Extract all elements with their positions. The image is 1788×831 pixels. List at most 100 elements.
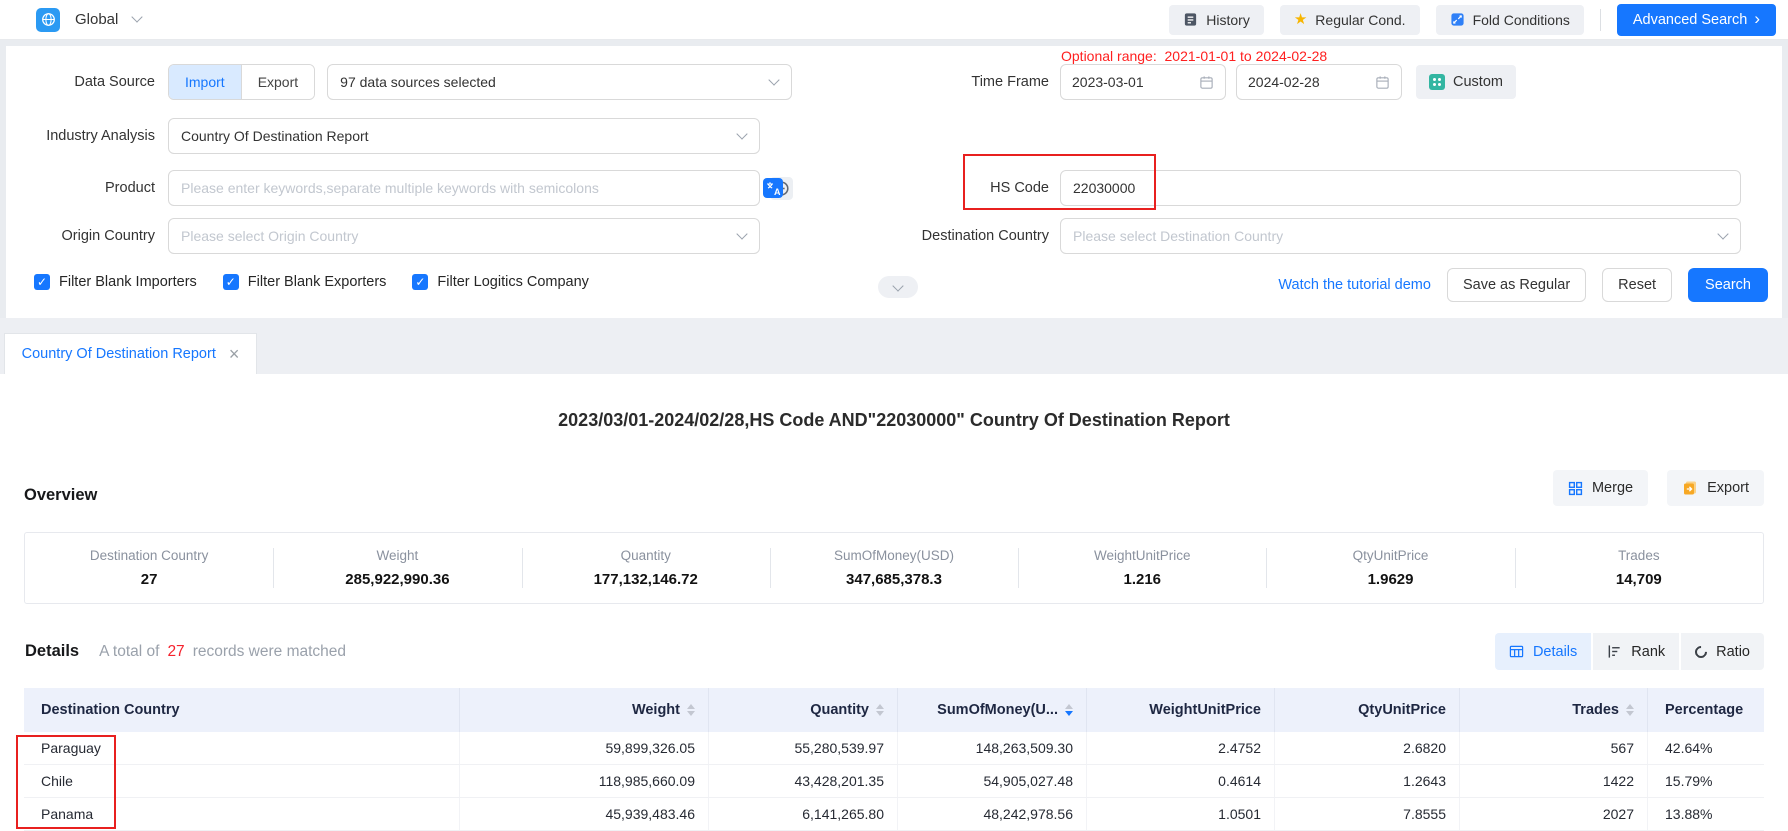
calendar-icon — [1199, 75, 1214, 90]
product-input[interactable] — [168, 170, 760, 206]
custom-range-button[interactable]: Custom — [1416, 65, 1516, 99]
col-qty-unit-price: QtyUnitPrice — [1274, 688, 1459, 732]
tab-country-of-destination-report[interactable]: Country Of Destination Report × — [4, 333, 257, 374]
sort-icon[interactable] — [687, 704, 695, 716]
hs-code-label: HS Code — [883, 180, 1049, 196]
tutorial-link[interactable]: Watch the tutorial demo — [1278, 277, 1431, 293]
col-weight[interactable]: Weight — [459, 688, 708, 732]
regular-cond-button[interactable]: ★ Regular Cond. — [1280, 5, 1420, 35]
translate-icon[interactable]: A — [763, 178, 783, 198]
filter-blank-exporters-checkbox[interactable]: ✓ Filter Blank Exporters — [223, 274, 387, 290]
cell-weight: 59,899,326.05 — [459, 732, 708, 764]
merge-label: Merge — [1592, 480, 1633, 496]
report-content: 2023/03/01-2024/02/28,HS Code AND"220300… — [0, 374, 1788, 831]
topbar: Global History ★ Regular Cond. Fold Cond… — [0, 0, 1788, 40]
rank-icon — [1607, 644, 1622, 659]
origin-country-label: Origin Country — [6, 228, 155, 244]
col-percentage: Percentage — [1647, 688, 1764, 732]
details-heading: Details — [25, 642, 79, 661]
close-icon[interactable]: × — [229, 345, 240, 363]
filter-panel: Optional range: 2021-01-01 to 2024-02-28… — [6, 46, 1782, 318]
stat-sum-of-money: SumOfMoney(USD) 347,685,378.3 — [770, 533, 1018, 603]
destination-country-select[interactable]: Please select Destination Country — [1060, 218, 1741, 254]
save-as-regular-button[interactable]: Save as Regular — [1447, 268, 1586, 302]
reset-button[interactable]: Reset — [1602, 268, 1672, 302]
tab-title: Country Of Destination Report — [22, 346, 216, 362]
sort-icon[interactable] — [1626, 704, 1634, 716]
export-button[interactable]: Export — [1667, 470, 1764, 506]
view-rank-button[interactable]: Rank — [1593, 633, 1679, 670]
match-count: 27 — [167, 643, 184, 660]
export-option[interactable]: Export — [241, 65, 314, 99]
destination-country-label: Destination Country — [883, 228, 1049, 244]
col-trades[interactable]: Trades — [1459, 688, 1647, 732]
cell-qty-unit-price: 2.6820 — [1274, 732, 1459, 764]
details-header: Details A total of27records were matched — [25, 642, 346, 661]
filter-blank-importers-checkbox[interactable]: ✓ Filter Blank Importers — [34, 274, 197, 290]
view-ratio-label: Ratio — [1716, 644, 1750, 660]
stat-weight-unit-price: WeightUnitPrice 1.216 — [1018, 533, 1266, 603]
star-icon: ★ — [1294, 12, 1307, 27]
date-to-value: 2024-02-28 — [1248, 74, 1320, 90]
data-sources-select[interactable]: 97 data sources selected — [327, 64, 792, 100]
cell-quantity: 55,280,539.97 — [708, 732, 897, 764]
product-label: Product — [6, 180, 155, 196]
view-rank-label: Rank — [1631, 644, 1665, 660]
chevron-right-icon: › — [1754, 10, 1760, 27]
chevron-down-icon — [132, 11, 143, 22]
globe-icon — [36, 8, 60, 32]
checkbox-label: Filter Blank Importers — [59, 274, 197, 290]
checkbox-checked-icon: ✓ — [412, 274, 428, 290]
table-row: Paraguay 59,899,326.05 55,280,539.97 148… — [24, 732, 1764, 765]
cell-weight-unit-price: 1.0501 — [1086, 798, 1274, 830]
custom-label: Custom — [1453, 74, 1503, 90]
chevron-down-icon — [736, 228, 747, 239]
stat-qty-unit-price: QtyUnitPrice 1.9629 — [1266, 533, 1514, 603]
view-details-button[interactable]: Details — [1495, 633, 1591, 670]
origin-country-placeholder: Please select Origin Country — [181, 228, 358, 244]
industry-analysis-value: Country Of Destination Report — [181, 128, 369, 144]
history-label: History — [1206, 12, 1250, 28]
date-from-field[interactable]: 2023-03-01 — [1060, 64, 1226, 100]
merge-button[interactable]: Merge — [1553, 470, 1648, 506]
details-table: Destination Country Weight Quantity SumO… — [24, 688, 1764, 831]
filter-logitics-company-checkbox[interactable]: ✓ Filter Logitics Company — [412, 274, 589, 290]
date-to-field[interactable]: 2024-02-28 — [1236, 64, 1402, 100]
cell-country: Panama — [24, 798, 459, 830]
fold-conditions-label: Fold Conditions — [1473, 12, 1570, 28]
col-quantity[interactable]: Quantity — [708, 688, 897, 732]
optional-range-hint: Optional range: 2021-01-01 to 2024-02-28 — [1061, 48, 1327, 64]
search-button[interactable]: Search — [1688, 268, 1768, 302]
col-sum-of-money[interactable]: SumOfMoney(U... — [897, 688, 1086, 732]
data-sources-value: 97 data sources selected — [340, 74, 496, 90]
cell-country: Chile — [24, 765, 459, 797]
region-selector[interactable]: Global — [0, 8, 141, 32]
col-destination-country: Destination Country — [24, 688, 459, 732]
match-summary: A total of27records were matched — [99, 643, 346, 661]
stat-weight: Weight 285,922,990.36 — [273, 533, 521, 603]
fold-icon — [1450, 12, 1465, 27]
hs-code-input[interactable] — [1060, 170, 1741, 206]
stat-quantity: Quantity 177,132,146.72 — [522, 533, 770, 603]
cell-sum: 48,242,978.56 — [897, 798, 1086, 830]
filter-row-4: Origin Country Please select Origin Coun… — [6, 218, 1782, 254]
import-option[interactable]: Import — [169, 65, 241, 99]
history-button[interactable]: History — [1169, 5, 1264, 35]
sort-icon-active-desc[interactable] — [1065, 704, 1073, 716]
industry-analysis-select[interactable]: Country Of Destination Report — [168, 118, 760, 154]
advanced-search-button[interactable]: Advanced Search › — [1617, 4, 1776, 36]
cell-trades: 2027 — [1459, 798, 1647, 830]
cell-trades: 567 — [1459, 732, 1647, 764]
topbar-actions: History ★ Regular Cond. Fold Conditions … — [1169, 4, 1788, 36]
fold-conditions-button[interactable]: Fold Conditions — [1436, 5, 1584, 35]
collapse-conditions-button[interactable] — [878, 276, 918, 298]
cell-weight: 118,985,660.09 — [459, 765, 708, 797]
overview-heading: Overview — [24, 486, 97, 505]
cell-qty-unit-price: 1.2643 — [1274, 765, 1459, 797]
data-source-toggle: Import Export — [168, 64, 315, 100]
chevron-down-icon — [1717, 228, 1728, 239]
sort-icon[interactable] — [876, 704, 884, 716]
origin-country-select[interactable]: Please select Origin Country — [168, 218, 760, 254]
stat-trades: Trades 14,709 — [1515, 533, 1763, 603]
view-ratio-button[interactable]: Ratio — [1681, 633, 1764, 670]
